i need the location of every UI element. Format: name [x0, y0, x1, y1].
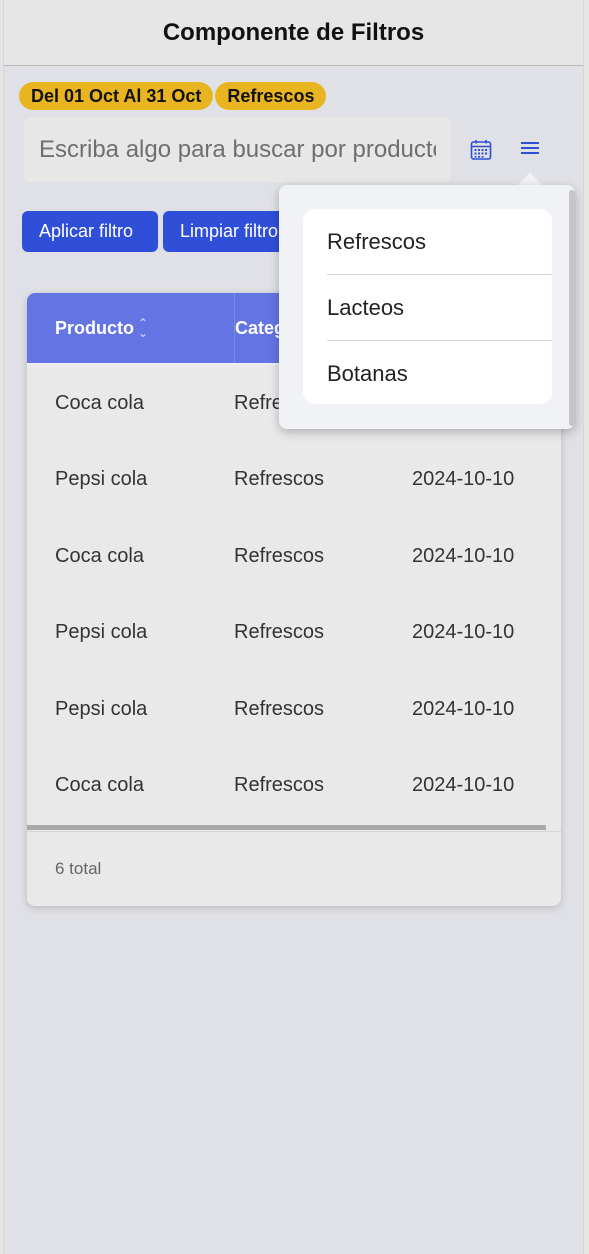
table-body: Coca cola Refre Pepsi cola Refrescos 202… — [27, 365, 561, 824]
cell-fecha: 2024-10-10 — [412, 697, 515, 720]
category-menu-button[interactable] — [515, 133, 545, 163]
horizontal-scrollbar[interactable] — [27, 825, 546, 830]
cell-producto: Coca cola — [55, 774, 144, 797]
cell-categoria: Refrescos — [234, 621, 325, 644]
category-dropdown: Refrescos Lacteos Botanas — [279, 185, 575, 429]
cell-producto: Coca cola — [55, 544, 144, 567]
cell-categoria: Refrescos — [234, 774, 325, 797]
column-header-producto[interactable]: Producto ⌃ ⌄ — [55, 293, 205, 363]
apply-filter-button[interactable]: Aplicar filtro — [22, 211, 158, 252]
total-count: 6 total — [55, 859, 102, 878]
category-option-lacteos[interactable]: Lacteos — [327, 275, 552, 341]
category-chip[interactable]: Refrescos — [215, 82, 327, 110]
search-input[interactable] — [24, 117, 451, 182]
hamburger-menu-icon — [521, 142, 539, 154]
cell-fecha: 2024-10-10 — [412, 774, 515, 797]
cell-fecha: 2024-10-10 — [412, 468, 515, 491]
calendar-icon — [470, 140, 492, 160]
cell-categoria: Refre — [234, 391, 283, 414]
cell-producto: Pepsi cola — [55, 697, 148, 720]
page-title: Componente de Filtros — [162, 18, 425, 46]
dropdown-arrow — [517, 172, 543, 186]
table-row[interactable]: Pepsi cola Refrescos 2024-10-10 — [27, 671, 561, 748]
column-header-label: Producto — [55, 317, 134, 338]
table-row[interactable]: Coca cola Refrescos 2024-10-10 — [27, 748, 561, 825]
cell-producto: Coca cola — [55, 391, 144, 414]
header: Componente de Filtros — [4, 0, 583, 66]
category-option-botanas[interactable]: Botanas — [327, 341, 552, 406]
category-option-refrescos[interactable]: Refrescos — [327, 209, 552, 275]
calendar-button[interactable] — [466, 135, 496, 165]
app-window: Componente de Filtros Del 01 Oct Al 31 O… — [3, 0, 584, 1254]
category-options: Refrescos Lacteos Botanas — [303, 209, 552, 404]
cell-categoria: Refrescos — [234, 468, 325, 491]
table-row[interactable]: Pepsi cola Refrescos 2024-10-10 — [27, 442, 561, 519]
cell-producto: Pepsi cola — [55, 468, 148, 491]
cell-categoria: Refrescos — [234, 697, 325, 720]
active-filter-chips: Del 01 Oct Al 31 Oct Refrescos — [19, 82, 327, 110]
footer-divider — [27, 831, 561, 832]
dropdown-scrollbar[interactable] — [569, 190, 575, 426]
cell-fecha: 2024-10-10 — [412, 544, 515, 567]
sort-icon[interactable]: ⌃ ⌄ — [138, 317, 148, 339]
table-row[interactable]: Coca cola Refrescos 2024-10-10 — [27, 518, 561, 595]
date-range-chip[interactable]: Del 01 Oct Al 31 Oct — [19, 82, 214, 110]
cell-categoria: Refrescos — [234, 544, 325, 567]
cell-producto: Pepsi cola — [55, 621, 148, 644]
column-header-label: Categ — [235, 317, 286, 338]
cell-fecha: 2024-10-10 — [412, 621, 515, 644]
table-row[interactable]: Pepsi cola Refrescos 2024-10-10 — [27, 595, 561, 672]
